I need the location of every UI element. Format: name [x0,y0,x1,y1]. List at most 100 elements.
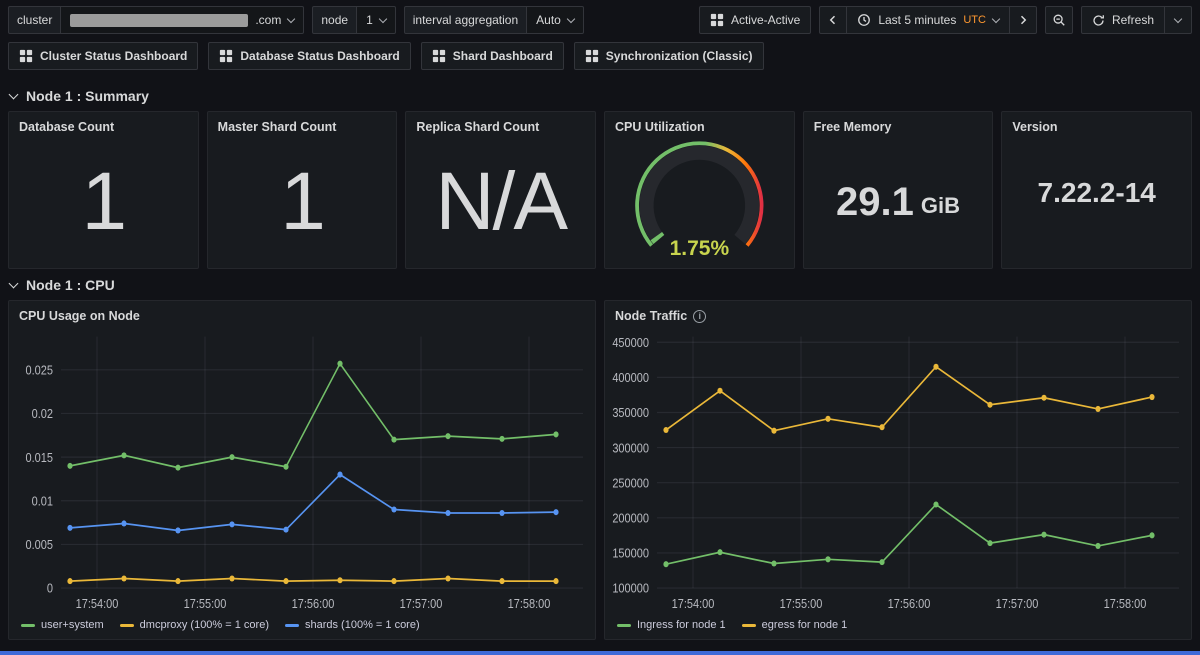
stat-value: 7.22.2-14 [1002,118,1191,268]
interval-aggregation-value: Auto [536,13,561,27]
cluster-value-suffix: .com [255,13,281,27]
active-active-button[interactable]: Active-Active [699,6,811,34]
legend-color-dash [742,624,756,627]
legend-color-dash [21,624,35,627]
time-range-label: Last 5 minutes [878,13,956,27]
chevron-down-icon [287,14,295,22]
svg-text:17:57:00: 17:57:00 [996,596,1039,611]
chevron-down-icon [992,14,1000,22]
clock-icon [857,13,871,27]
svg-text:17:55:00: 17:55:00 [184,596,227,611]
section-summary-header[interactable]: Node 1 : Summary [0,80,1200,111]
cpu-usage-chart: 00.0050.010.0150.020.02517:54:0017:55:00… [9,325,595,616]
chevron-down-icon [567,14,575,22]
interval-aggregation-select[interactable]: Auto [527,6,584,34]
chevron-down-icon [379,14,387,22]
node-select[interactable]: 1 [357,6,396,34]
panel-title[interactable]: CPU Utilization [605,112,794,136]
zoom-out-button[interactable] [1045,6,1073,34]
link-database-status-dashboard[interactable]: Database Status Dashboard [208,42,410,70]
legend-item[interactable]: shards (100% = 1 core) [285,619,420,631]
chevron-down-icon [9,90,19,100]
panel-version: Version 7.22.2-14 [1001,111,1192,269]
chevron-down-icon [1174,14,1182,22]
grid-icon [432,49,446,63]
chart-legend: Ingress for node 1 egress for node 1 [605,616,1191,639]
stat-value: 29.1 GiB [804,136,993,268]
refresh-interval-dropdown[interactable] [1164,6,1192,34]
panel-replica-shard-count: Replica Shard Count N/A [405,111,596,269]
svg-text:17:55:00: 17:55:00 [780,596,823,611]
node-value: 1 [366,13,373,27]
link-cluster-status-dashboard[interactable]: Cluster Status Dashboard [8,42,198,70]
svg-text:17:56:00: 17:56:00 [888,596,931,611]
time-back-button[interactable] [819,6,847,34]
summary-panels-row: Database Count 1 Master Shard Count 1 Re… [0,111,1200,269]
stat-value: N/A [406,136,595,268]
grid-icon [585,49,599,63]
link-label: Shard Dashboard [453,49,553,63]
link-synchronization-classic[interactable]: Synchronization (Classic) [574,42,764,70]
legend-item[interactable]: Ingress for node 1 [617,619,726,631]
section-cpu-header[interactable]: Node 1 : CPU [0,269,1200,300]
legend-item[interactable]: user+system [21,619,104,631]
panel-free-memory: Free Memory 29.1 GiB [803,111,994,269]
legend-label: dmcproxy (100% = 1 core) [140,619,269,631]
chart-legend: user+system dmcproxy (100% = 1 core) shard… [9,616,595,639]
refresh-controls: Refresh [1081,6,1192,34]
panel-cpu-usage-on-node: CPU Usage on Node 00.0050.010.0150.020.0… [8,300,596,640]
panel-title[interactable]: Master Shard Count [208,112,397,136]
magnifier-minus-icon [1052,13,1066,27]
panel-title[interactable]: Node Traffic i [605,301,1191,325]
stat-value: 1 [208,136,397,268]
panel-title[interactable]: Database Count [9,112,198,136]
legend-color-dash [120,624,134,627]
cluster-variable: cluster .com [8,6,304,34]
refresh-button[interactable]: Refresh [1081,6,1165,34]
svg-text:17:56:00: 17:56:00 [292,596,335,611]
panel-title[interactable]: Free Memory [804,112,993,136]
cpu-gauge: 1.75% [605,136,794,268]
chart-title: CPU Usage on Node [19,309,140,323]
panel-master-shard-count: Master Shard Count 1 [207,111,398,269]
link-shard-dashboard[interactable]: Shard Dashboard [421,42,564,70]
time-controls: Last 5 minutes UTC [819,6,1037,34]
refresh-icon [1092,14,1105,27]
svg-text:17:58:00: 17:58:00 [508,596,551,611]
chevron-right-icon [1017,14,1029,26]
svg-text:100000: 100000 [612,581,649,596]
dashboard-links: Cluster Status Dashboard Database Status… [0,38,1200,80]
panel-title[interactable]: CPU Usage on Node [9,301,595,325]
free-memory-number: 29.1 [836,180,914,225]
svg-text:17:57:00: 17:57:00 [400,596,443,611]
legend-label: shards (100% = 1 core) [305,619,420,631]
grid-icon [19,49,33,63]
legend-item[interactable]: egress for node 1 [742,619,848,631]
cluster-label: cluster [8,6,61,34]
interval-aggregation-label: interval aggregation [404,6,527,34]
svg-text:250000: 250000 [612,476,649,491]
timezone-label: UTC [963,14,986,26]
legend-label: user+system [41,619,104,631]
link-label: Cluster Status Dashboard [40,49,187,63]
legend-item[interactable]: dmcproxy (100% = 1 core) [120,619,269,631]
svg-text:450000: 450000 [612,335,649,350]
svg-text:0: 0 [47,581,53,596]
panel-title[interactable]: Replica Shard Count [406,112,595,136]
cpu-panels-row: CPU Usage on Node 00.0050.010.0150.020.0… [0,300,1200,640]
link-label: Synchronization (Classic) [606,49,753,63]
svg-text:350000: 350000 [612,405,649,420]
cluster-select[interactable]: .com [61,6,304,34]
svg-text:300000: 300000 [612,440,649,455]
info-icon[interactable]: i [693,310,706,323]
svg-text:0.025: 0.025 [25,363,53,378]
time-range-picker[interactable]: Last 5 minutes UTC [846,6,1010,34]
legend-color-dash [617,624,631,627]
chart-title: Node Traffic [615,309,687,323]
svg-text:0.02: 0.02 [32,406,54,421]
active-active-label: Active-Active [731,13,800,27]
link-label: Database Status Dashboard [240,49,399,63]
grafana-dashboard: cluster .com node 1 interval aggregation… [0,0,1200,640]
time-forward-button[interactable] [1009,6,1037,34]
panel-cpu-utilization: CPU Utilization [604,111,795,269]
